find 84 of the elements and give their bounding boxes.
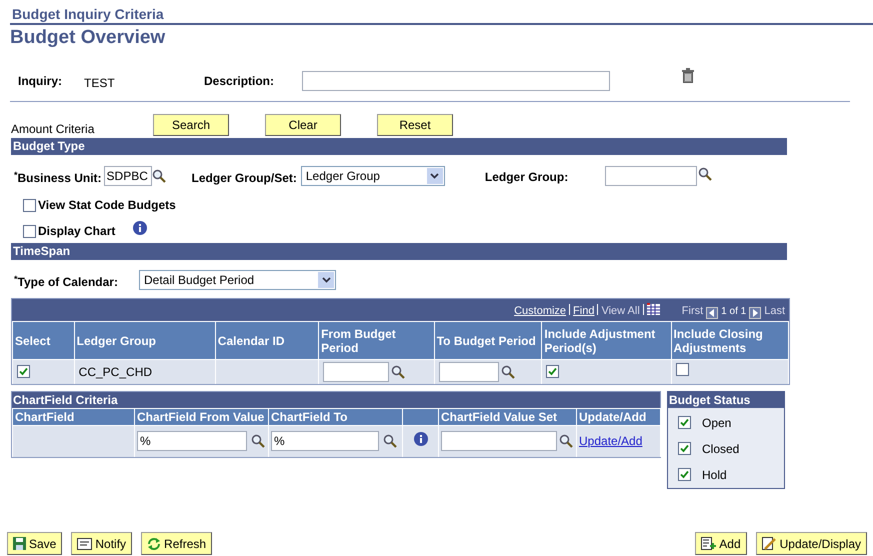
search-icon[interactable] <box>152 169 166 183</box>
checkbox-label: View Stat Code Budgets <box>38 197 176 214</box>
to-period-field[interactable] <box>438 362 499 382</box>
column-header: Calendar ID <box>215 322 319 360</box>
checkbox[interactable] <box>17 364 30 378</box>
column-header: From Budget Period <box>318 322 434 360</box>
find-link[interactable]: Find <box>573 302 594 319</box>
chevron-down-icon <box>430 173 440 179</box>
section-header: TimeSpan <box>11 243 787 260</box>
field-label: Ledger Group/Set: <box>192 170 297 187</box>
calendar-type-dropdown[interactable]: Detail Budget Period <box>139 270 336 290</box>
column-header: ChartField Value Set <box>438 408 576 425</box>
column-header: Include Closing Adjustments <box>671 322 788 360</box>
search-icon[interactable] <box>500 364 515 379</box>
column-header: ChartField From Value <box>134 408 268 425</box>
field-label: Inquiry: <box>18 73 63 90</box>
trash-icon[interactable] <box>682 68 694 82</box>
column-header: Include Adjustment Period(s) <box>542 322 672 360</box>
last-link[interactable]: Last <box>764 302 785 319</box>
field-label: Description: <box>204 73 276 90</box>
search-icon[interactable] <box>559 434 573 448</box>
next-icon[interactable] <box>749 307 762 319</box>
update-add-link[interactable]: Update/Add <box>579 434 642 448</box>
column-header: Update/Add <box>576 408 660 425</box>
action-button[interactable]: Reset <box>377 114 453 136</box>
checkbox-label: Display Chart <box>38 223 116 240</box>
previous-icon[interactable] <box>706 307 718 319</box>
breadcrumb: Budget Inquiry Criteria <box>12 5 165 23</box>
table-cell: CC_PC_CHD <box>78 364 152 379</box>
add-icon <box>701 537 716 550</box>
toolbar-button[interactable]: Save <box>7 532 62 555</box>
toolbar-button[interactable]: Update/Display <box>756 532 867 555</box>
edit-icon <box>762 537 777 550</box>
field-label: $^{*}$Business Unit: <box>14 169 102 187</box>
ledger-group-set-dropdown[interactable]: Ledger Group <box>300 166 445 186</box>
page-count: 1 of 1 <box>721 305 746 319</box>
ledger-group-field[interactable] <box>604 166 697 186</box>
view-all-link[interactable]: View All <box>601 302 640 319</box>
grid-icon[interactable] <box>646 303 660 315</box>
search-icon[interactable] <box>383 434 397 448</box>
column-header: Ledger Group <box>74 322 216 360</box>
checkbox-label: Hold <box>702 466 727 484</box>
note-icon <box>77 538 92 550</box>
refresh-icon <box>147 536 162 550</box>
field-label: Ledger Group: <box>484 169 570 186</box>
inquiry-value: TEST <box>84 74 116 92</box>
checkbox[interactable] <box>678 416 691 429</box>
chevron-down-icon <box>322 277 330 283</box>
column-header: ChartField To <box>268 408 402 425</box>
toolbar-button[interactable]: Refresh <box>141 532 212 555</box>
column-header: Select <box>12 322 74 360</box>
column-header: To Budget Period <box>434 322 542 360</box>
search-icon[interactable] <box>698 167 712 181</box>
business-unit-field[interactable]: SDPBC <box>104 166 152 186</box>
first-link[interactable]: First <box>682 302 704 319</box>
search-icon[interactable] <box>251 434 265 448</box>
checkbox[interactable] <box>546 364 560 378</box>
info-icon[interactable] <box>414 432 428 446</box>
checkbox[interactable] <box>676 362 689 376</box>
action-button[interactable]: Clear <box>265 114 341 136</box>
from-value-field[interactable]: % <box>137 431 247 452</box>
toolbar-button[interactable]: Notify <box>71 532 132 555</box>
section-header: ChartField Criteria <box>12 392 660 408</box>
toolbar-button[interactable]: Add <box>695 532 747 555</box>
section-header: Budget Type <box>11 138 787 155</box>
checkbox[interactable] <box>678 468 691 481</box>
section-header: Budget Status <box>668 392 784 408</box>
section-label: Amount Criteria <box>11 121 96 138</box>
customize-link[interactable]: Customize <box>514 302 566 319</box>
column-header: ChartField <box>12 408 134 425</box>
description-field[interactable] <box>302 71 610 91</box>
action-button[interactable]: Search <box>153 114 229 136</box>
checkbox-label: Open <box>702 414 732 432</box>
checkbox[interactable] <box>23 198 36 212</box>
to-value-field[interactable]: % <box>271 431 379 452</box>
page-title: Budget Overview <box>10 26 166 50</box>
field-label: $^{*}$Type of Calendar: <box>14 273 119 291</box>
search-icon[interactable] <box>391 364 406 379</box>
from-period-field[interactable] <box>323 362 390 382</box>
checkbox[interactable] <box>678 442 691 455</box>
checkbox[interactable] <box>23 224 36 238</box>
info-icon[interactable] <box>133 221 148 235</box>
value-set-field[interactable] <box>441 431 557 452</box>
checkbox-label: Closed <box>702 440 740 458</box>
